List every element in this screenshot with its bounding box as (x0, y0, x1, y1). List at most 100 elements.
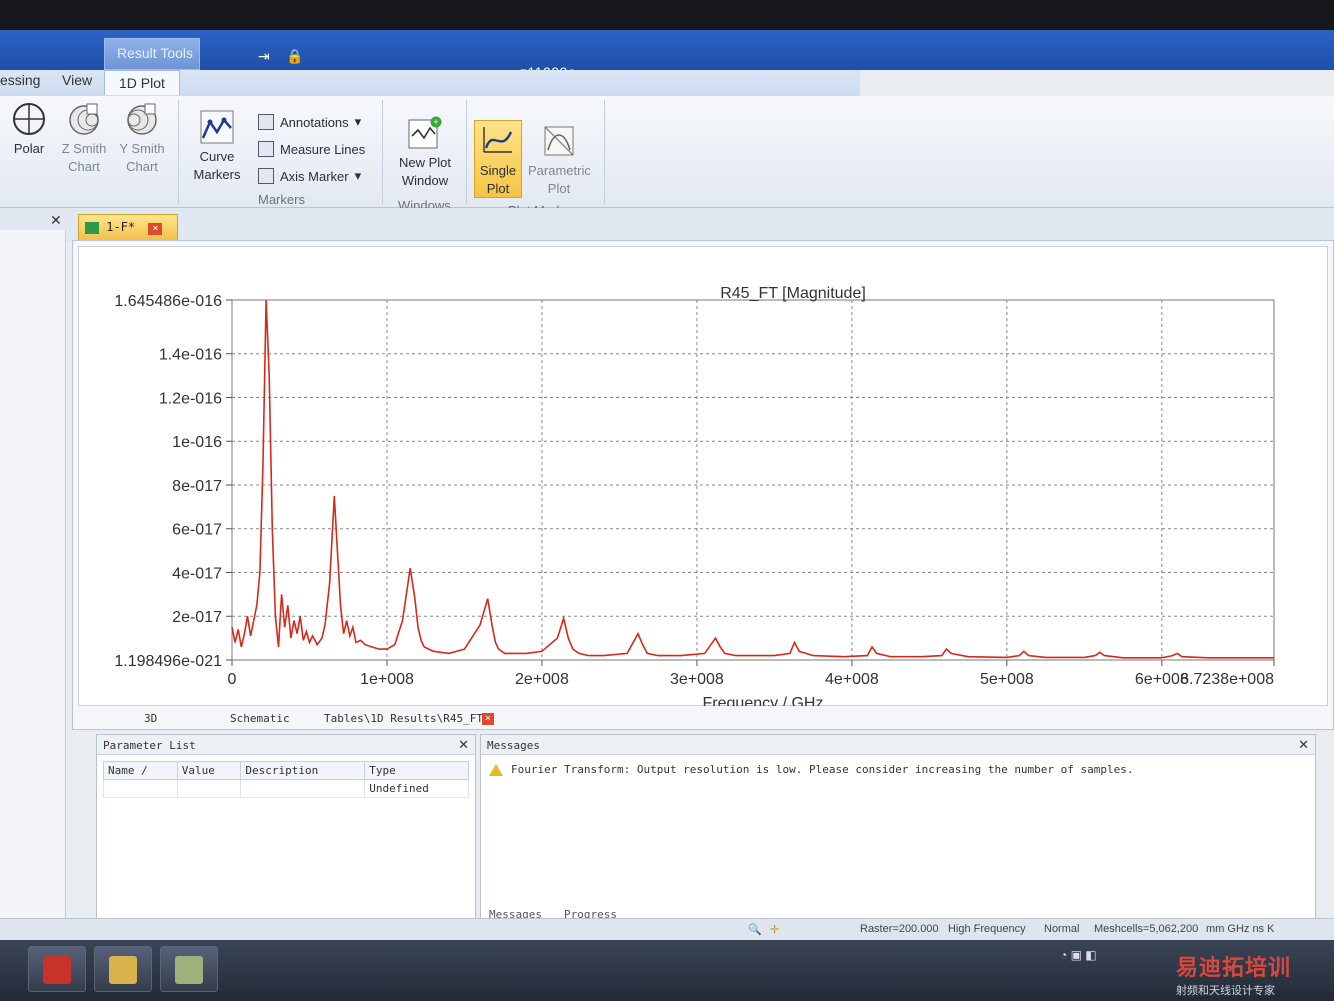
tab-post-processing[interactable]: essing (0, 72, 40, 88)
close-icon[interactable]: ✕ (1298, 737, 1309, 753)
taskbar-app-cst[interactable] (28, 946, 86, 992)
y-smith-label-1: Y Smith (119, 141, 165, 156)
ribbon-separator (466, 100, 467, 204)
new-plot-window-icon: + (408, 116, 442, 149)
parameter-list-header: Parameter List ✕ (97, 735, 475, 755)
curve-markers-icon (200, 110, 234, 144)
z-smith-chart-button[interactable]: Z Smith Chart (56, 102, 112, 176)
fourier-magnitude-chart[interactable]: 1.198496e-021 2e-017 4e-017 6e-017 8e-017 1e-… (78, 246, 1328, 706)
x-tick-label: 0 (228, 671, 237, 688)
y-tick-label: 1.2e-016 (159, 390, 222, 407)
parameter-table[interactable]: Name / Value Description Type Undefined (103, 761, 469, 798)
document-app-icon (175, 956, 203, 984)
column-header-value[interactable]: Value (176, 761, 242, 780)
annotations-icon (258, 114, 274, 130)
tab-r45-ft[interactable]: Tables\1D Results\R45_FT (324, 712, 483, 725)
messages-pane: Messages ✕ Fourier Transform: Output res… (480, 734, 1316, 926)
pan-icon[interactable]: ✛ (770, 923, 779, 936)
close-tab-icon[interactable]: × (482, 713, 494, 725)
message-text: Fourier Transform: Output resolution is … (511, 763, 1134, 776)
axis-marker-icon (258, 168, 274, 184)
close-icon[interactable]: ✕ (50, 212, 62, 229)
messages-title: Messages (487, 739, 540, 752)
cell-description[interactable] (240, 779, 366, 798)
new-plot-window-button[interactable]: + New Plot Window (394, 116, 456, 190)
navigation-tree-pane[interactable] (0, 230, 66, 940)
group-label-markers: Markers (258, 192, 305, 207)
z-smith-label-1: Z Smith (61, 141, 107, 156)
x-axis-label: Frequency / GHz (703, 695, 824, 706)
status-bar: 🔍 ✛ Raster=200.000 High Frequency Normal… (0, 918, 1334, 940)
curve-markers-button[interactable]: Curve Markers (188, 110, 246, 184)
x-tick-label: 4e+008 (825, 671, 879, 688)
close-icon[interactable]: ✕ (458, 737, 469, 753)
new-plot-label-2: Window (401, 173, 449, 188)
context-tab-result-tools[interactable]: Result Tools (104, 38, 200, 70)
cell-type[interactable]: Undefined (364, 779, 469, 798)
chevron-down-icon: ▾ (354, 114, 362, 129)
z-smith-label-2: Chart (68, 159, 100, 174)
messages-header: Messages ✕ (481, 735, 1315, 755)
units-status: mm GHz ns K (1206, 923, 1275, 935)
curve-label-2: Markers (193, 167, 241, 182)
table-row[interactable]: Undefined (103, 779, 469, 798)
y-smith-chart-button[interactable]: Y Smith Chart (114, 102, 170, 176)
ribbon-separator (604, 100, 605, 204)
parametric-label-2: Plot (547, 181, 571, 196)
y-tick-label: 4e-017 (172, 565, 222, 582)
tab-3d[interactable]: 3D (144, 712, 157, 725)
single-plot-icon (483, 127, 513, 153)
y-tick-label: 1.198496e-021 (114, 653, 222, 670)
cst-app-icon (43, 956, 71, 984)
annotations-button[interactable]: Annotations ▾ (258, 114, 361, 130)
curve-label-1: Curve (199, 149, 235, 164)
polar-button[interactable]: Polar (8, 102, 50, 158)
axis-marker-label: Axis Marker (280, 168, 349, 184)
measure-lines-label: Measure Lines (280, 141, 366, 157)
column-header-type[interactable]: Type (364, 761, 469, 780)
watermark-tagline: 射频和天线设计专家 (1176, 985, 1275, 997)
svg-text:+: + (433, 117, 438, 127)
taskbar-app-paint[interactable] (94, 946, 152, 992)
ribbon-separator (178, 100, 179, 204)
x-tick-label: 2e+008 (515, 671, 569, 688)
title-bar (0, 30, 1334, 70)
cell-value[interactable] (176, 779, 242, 798)
parameter-list-title: Parameter List (103, 739, 196, 752)
x-tick-label: 5e+008 (980, 671, 1034, 688)
monitor-bezel (0, 0, 1334, 30)
parametric-plot-button[interactable]: Parametric Plot (528, 124, 591, 198)
column-header-description[interactable]: Description (240, 761, 366, 780)
column-header-name[interactable]: Name / (103, 761, 178, 780)
y-smith-chart-icon (127, 103, 157, 135)
annotations-label: Annotations (280, 114, 349, 130)
taskbar-app-document[interactable] (160, 946, 218, 992)
y-tick-label: 1e-016 (172, 434, 222, 451)
message-item[interactable]: Fourier Transform: Output resolution is … (489, 763, 1134, 776)
view-tabs: 3D Schematic Tables\1D Results\R45_FT × (96, 708, 1326, 730)
zoom-icon[interactable]: 🔍 (748, 923, 762, 936)
normal-status: Normal (1044, 923, 1080, 935)
pin-icon[interactable]: ⇥ (258, 48, 270, 65)
tab-schematic[interactable]: Schematic (230, 712, 290, 725)
cell-name[interactable] (103, 779, 178, 798)
z-smith-chart-icon (69, 103, 99, 135)
y-smith-label-2: Chart (126, 159, 158, 174)
chart-title: R45_FT [Magnitude] (720, 285, 866, 302)
tab-view[interactable]: View (62, 72, 92, 88)
system-tray[interactable]: ◔ ▣ ◧ (1060, 948, 1097, 962)
raster-status: Raster=200.000 (860, 923, 939, 935)
y-tick-label: 1.4e-016 (159, 347, 222, 364)
y-tick-label: 2e-017 (172, 609, 222, 626)
document-tab[interactable]: 1-F* × (78, 214, 178, 240)
measure-lines-button[interactable]: Measure Lines (258, 141, 365, 157)
solver-mode-status[interactable]: High Frequency (948, 923, 1026, 935)
chevron-down-icon: ▾ (354, 168, 362, 183)
axis-marker-button[interactable]: Axis Marker ▾ (258, 168, 361, 184)
warning-icon (489, 763, 503, 776)
tab-1d-plot[interactable]: 1D Plot (104, 70, 180, 95)
meshcells-status: Meshcells=5,062,200 (1094, 923, 1199, 935)
lock-icon[interactable]: 🔒 (286, 48, 303, 65)
single-plot-button[interactable]: Single Plot (474, 124, 522, 198)
close-tab-icon[interactable]: × (148, 223, 163, 235)
